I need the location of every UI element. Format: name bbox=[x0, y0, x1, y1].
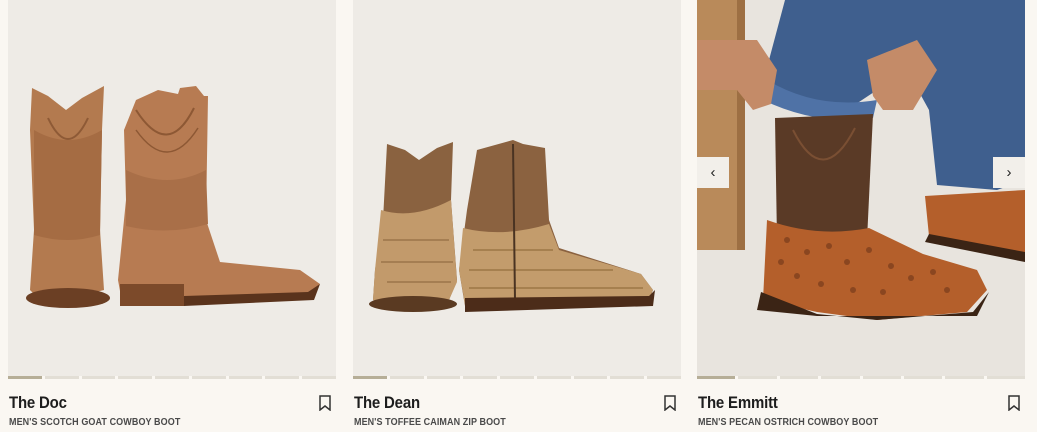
progress-segment bbox=[738, 376, 777, 379]
product-subtitle: MEN'S SCOTCH GOAT COWBOY BOOT bbox=[9, 417, 181, 428]
progress-segment bbox=[821, 376, 860, 379]
boot-image bbox=[369, 140, 655, 312]
progress-segment bbox=[463, 376, 498, 379]
image-progress bbox=[697, 376, 1025, 380]
bookmark-icon[interactable] bbox=[318, 395, 332, 411]
progress-segment bbox=[573, 376, 608, 379]
progress-segment bbox=[81, 376, 116, 379]
carousel-prev-button[interactable]: ‹ bbox=[697, 157, 729, 188]
progress-segment bbox=[779, 376, 819, 379]
progress-segment bbox=[191, 376, 226, 379]
chevron-right-icon: › bbox=[1006, 164, 1012, 181]
progress-segment bbox=[862, 376, 901, 379]
product-title[interactable]: The Doc bbox=[9, 393, 67, 413]
progress-segment bbox=[118, 376, 153, 379]
progress-segment bbox=[228, 376, 263, 379]
product-card-the-emmitt[interactable]: ‹ › The Emmitt MEN'S PECAN OSTRICH COWBO… bbox=[697, 0, 1025, 432]
carousel-next-button[interactable]: › bbox=[993, 157, 1025, 188]
progress-segment bbox=[500, 376, 534, 379]
progress-segment bbox=[536, 376, 571, 379]
chevron-left-icon: ‹ bbox=[710, 164, 716, 181]
progress-segment bbox=[903, 376, 943, 379]
boot-image bbox=[26, 86, 320, 308]
product-subtitle: MEN'S PECAN OSTRICH COWBOY BOOT bbox=[698, 417, 879, 428]
image-progress bbox=[353, 376, 682, 380]
bookmark-icon[interactable] bbox=[1007, 395, 1021, 411]
progress-segment bbox=[647, 376, 682, 379]
product-image-the-dean[interactable] bbox=[353, 0, 681, 376]
progress-segment bbox=[986, 376, 1025, 379]
progress-segment bbox=[697, 376, 736, 379]
product-title[interactable]: The Emmitt bbox=[698, 393, 778, 413]
progress-segment bbox=[426, 376, 461, 379]
product-image-the-emmitt[interactable] bbox=[697, 0, 1025, 376]
progress-segment bbox=[389, 376, 424, 379]
progress-segment bbox=[155, 376, 189, 379]
bookmark-icon[interactable] bbox=[663, 395, 677, 411]
progress-segment bbox=[945, 376, 984, 379]
product-card-the-dean[interactable]: The Dean MEN'S TOFFEE CAIMAN ZIP BOOT bbox=[353, 0, 682, 432]
product-card-the-doc[interactable]: The Doc MEN'S SCOTCH GOAT COWBOY BOOT bbox=[8, 0, 337, 432]
lifestyle-image bbox=[697, 0, 1025, 376]
progress-segment bbox=[610, 376, 645, 379]
image-progress bbox=[8, 376, 337, 380]
progress-segment bbox=[265, 376, 300, 379]
progress-segment bbox=[8, 376, 42, 379]
product-title[interactable]: The Dean bbox=[354, 393, 420, 413]
product-image-the-doc[interactable] bbox=[8, 0, 336, 376]
progress-segment bbox=[302, 376, 337, 379]
progress-segment bbox=[44, 376, 79, 379]
progress-segment bbox=[353, 376, 387, 379]
product-subtitle: MEN'S TOFFEE CAIMAN ZIP BOOT bbox=[354, 417, 506, 428]
